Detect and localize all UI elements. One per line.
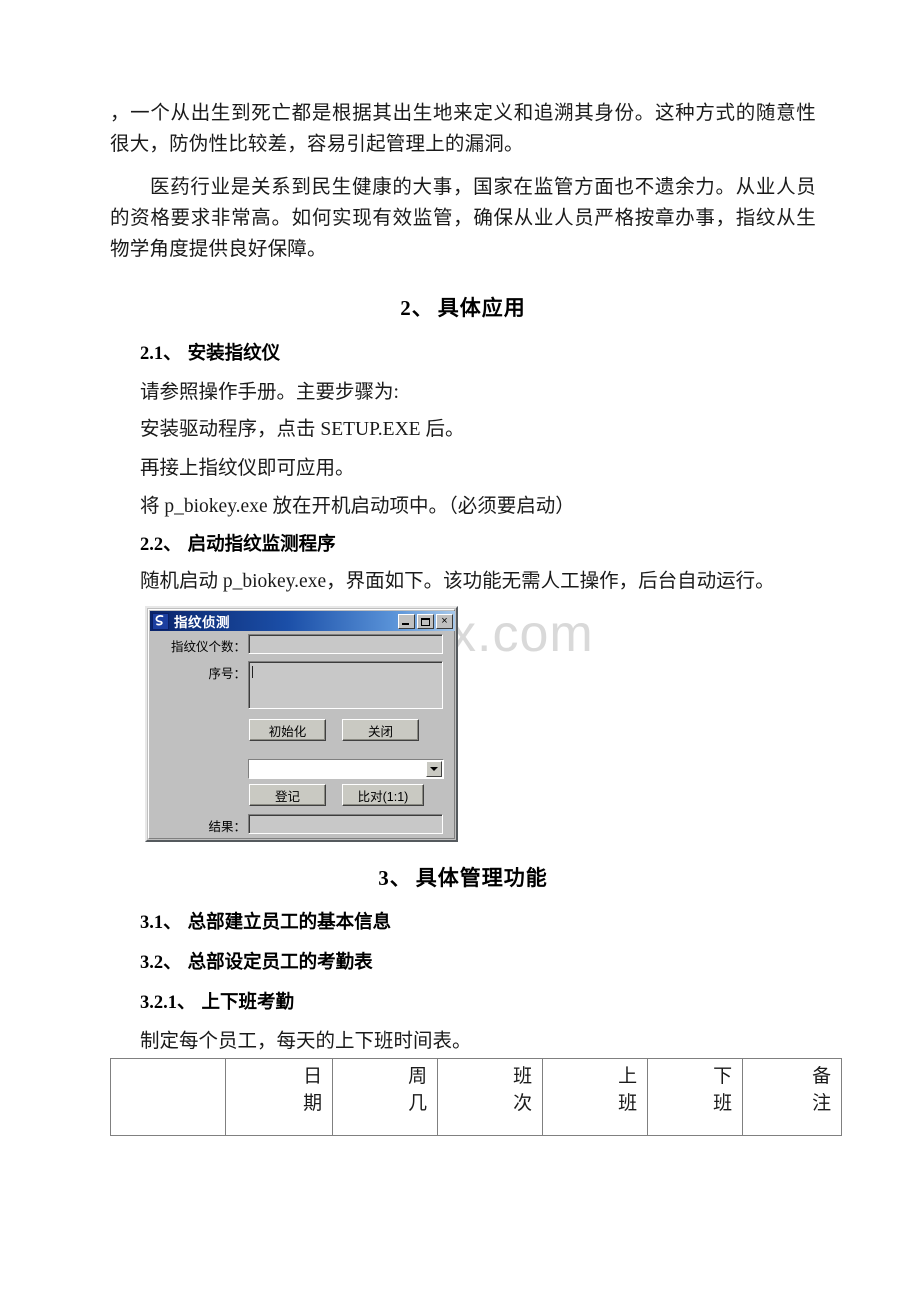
- maximize-button[interactable]: [417, 613, 434, 629]
- minimize-button[interactable]: [398, 613, 415, 629]
- table-header-text-5: 下班: [713, 1066, 733, 1114]
- table-header-text-1: 日期: [303, 1066, 323, 1114]
- dialog-titlebar[interactable]: 指纹侦测 ×: [150, 611, 455, 631]
- heading-3-1-number: 3.1、: [140, 913, 182, 933]
- table-header-text-2: 周几: [408, 1066, 428, 1114]
- table-row: 日期 周几 班次 上班 下班 备注: [110, 1058, 842, 1136]
- initialize-button[interactable]: 初始化: [249, 719, 326, 741]
- line-2-1-1: 安装驱动程序，点击 SETUP.EXE 后。: [140, 419, 465, 440]
- table-header-cell-0: [110, 1058, 226, 1136]
- dialog-title: 指纹侦测: [174, 615, 230, 630]
- heading-2-2: 2.2、 启动指纹监测程序: [140, 530, 846, 556]
- table-header-cell-2: 周几: [332, 1058, 438, 1136]
- close-button[interactable]: ×: [436, 613, 453, 629]
- line-2-1-3: 将 p_biokey.exe 放在开机启动项中。（必须要启动）: [140, 496, 575, 517]
- maximize-icon: [421, 617, 430, 626]
- heading-3-2-number: 3.2、: [140, 953, 182, 973]
- line-3-2-1-0: 制定每个员工，每天的上下班时间表。: [140, 1031, 472, 1052]
- heading-2-1-text: 安装指纹仪: [187, 342, 281, 363]
- heading-2-1: 2.1、 安装指纹仪: [140, 339, 846, 365]
- table-header-cell-1: 日期: [225, 1058, 333, 1136]
- heading-3-2-1: 3.2.1、 上下班考勤: [140, 988, 846, 1014]
- heading-3-1-block: 3.1、 总部建立员工的基本信息: [140, 908, 846, 934]
- heading-3-text: 具体管理功能: [415, 866, 548, 890]
- line-2-2-0-block: 随机启动 p_biokey.exe，界面如下。该功能无需人工操作，后台自动运行。: [140, 566, 846, 597]
- line-2-1-0: 请参照操作手册。主要步骤为:: [140, 382, 399, 403]
- heading-2-block: 2、 具体应用: [110, 292, 816, 322]
- heading-2-2-number: 2.2、: [140, 535, 182, 555]
- heading-3-1: 3.1、 总部建立员工的基本信息: [140, 908, 846, 934]
- heading-2-number: 2、: [400, 296, 434, 320]
- register-button[interactable]: 登记: [249, 784, 326, 806]
- table-header-text-6: 备注: [812, 1066, 832, 1114]
- table-header-cell-4: 上班: [542, 1058, 648, 1136]
- table-header-cell-6: 备注: [742, 1058, 842, 1136]
- minimize-icon: [402, 622, 409, 625]
- heading-2-1-number: 2.1、: [140, 344, 182, 364]
- chevron-down-icon[interactable]: [426, 761, 442, 777]
- line-2-1-1-block: 安装驱动程序，点击 SETUP.EXE 后。: [140, 414, 846, 445]
- verify-1to1-button[interactable]: 比对(1:1): [342, 784, 424, 806]
- line-3-2-1-0-block: 制定每个员工，每天的上下班时间表。: [140, 1026, 846, 1057]
- line-2-1-2: 再接上指纹仪即可应用。: [140, 458, 355, 479]
- heading-2-2-text: 启动指纹监测程序: [187, 533, 336, 554]
- close-action-button[interactable]: 关闭: [342, 719, 419, 741]
- schedule-table: 日期 周几 班次 上班 下班 备注: [110, 1058, 842, 1136]
- paragraph-1: ，一个从出生到死亡都是根据其出生地来定义和追溯其身份。这种方式的随意性很大，防伪…: [110, 103, 816, 155]
- dialog-body: 指纹仪个数： 序号： 初始化 关闭 登记 比对(1:1) 结果：: [150, 631, 453, 837]
- heading-3-2-1-text: 上下班考勤: [201, 991, 295, 1012]
- document-page: ，一个从出生到死亡都是根据其出生地来定义和追溯其身份。这种方式的随意性很大，防伪…: [0, 0, 920, 1302]
- heading-2-2-block: 2.2、 启动指纹监测程序: [140, 530, 846, 556]
- device-count-label: 指纹仪个数：: [170, 640, 246, 654]
- heading-3-2-1-block: 3.2.1、 上下班考勤: [140, 988, 846, 1014]
- table-header-cell-3: 班次: [437, 1058, 543, 1136]
- table-header-cell-5: 下班: [647, 1058, 743, 1136]
- window-controls: ×: [398, 613, 453, 629]
- paragraph-block-1: ，一个从出生到死亡都是根据其出生地来定义和追溯其身份。这种方式的随意性很大，防伪…: [110, 98, 816, 164]
- heading-2: 2、 具体应用: [110, 292, 816, 322]
- table-header-text-4: 上班: [618, 1066, 638, 1114]
- device-select-combobox[interactable]: [248, 759, 444, 779]
- line-2-1-2-block: 再接上指纹仪即可应用。: [140, 453, 846, 484]
- serial-number-label: 序号：: [208, 667, 246, 681]
- heading-3-2-text: 总部设定员工的考勤表: [187, 951, 373, 972]
- device-count-input[interactable]: [248, 634, 443, 654]
- heading-3-block: 3、 具体管理功能: [110, 862, 816, 892]
- line-2-1-0-block: 请参照操作手册。主要步骤为:: [140, 377, 846, 408]
- line-2-2-0: 随机启动 p_biokey.exe，界面如下。该功能无需人工操作，后台自动运行。: [140, 571, 775, 592]
- heading-3-2: 3.2、 总部设定员工的考勤表: [140, 948, 846, 974]
- line-2-1-3-block: 将 p_biokey.exe 放在开机启动项中。（必须要启动）: [140, 491, 846, 522]
- paragraph-2: 医药行业是关系到民生健康的大事，国家在监管方面也不遗余力。从业人员的资格要求非常…: [110, 177, 816, 260]
- result-output: [248, 814, 443, 834]
- heading-3-number: 3、: [378, 866, 412, 890]
- heading-2-1-block: 2.1、 安装指纹仪: [140, 339, 846, 365]
- heading-3-1-text: 总部建立员工的基本信息: [187, 911, 392, 932]
- heading-3-2-block: 3.2、 总部设定员工的考勤表: [140, 948, 846, 974]
- table-header-text-3: 班次: [513, 1066, 533, 1114]
- heading-3: 3、 具体管理功能: [110, 862, 816, 892]
- heading-3-2-1-number: 3.2.1、: [140, 993, 196, 1013]
- text-caret: [252, 666, 253, 678]
- result-label: 结果：: [208, 820, 246, 834]
- fingerprint-dialog-window: 指纹侦测 × 指纹仪个数： 序号： 初始化 关闭 登记 比对(1:1) 结果：: [145, 606, 458, 842]
- heading-2-text: 具体应用: [437, 296, 526, 320]
- close-icon: ×: [441, 614, 448, 627]
- paragraph-block-2: 医药行业是关系到民生健康的大事，国家在监管方面也不遗余力。从业人员的资格要求非常…: [110, 172, 816, 269]
- app-fingerprint-icon: [152, 612, 169, 630]
- serial-number-textarea[interactable]: [248, 661, 443, 709]
